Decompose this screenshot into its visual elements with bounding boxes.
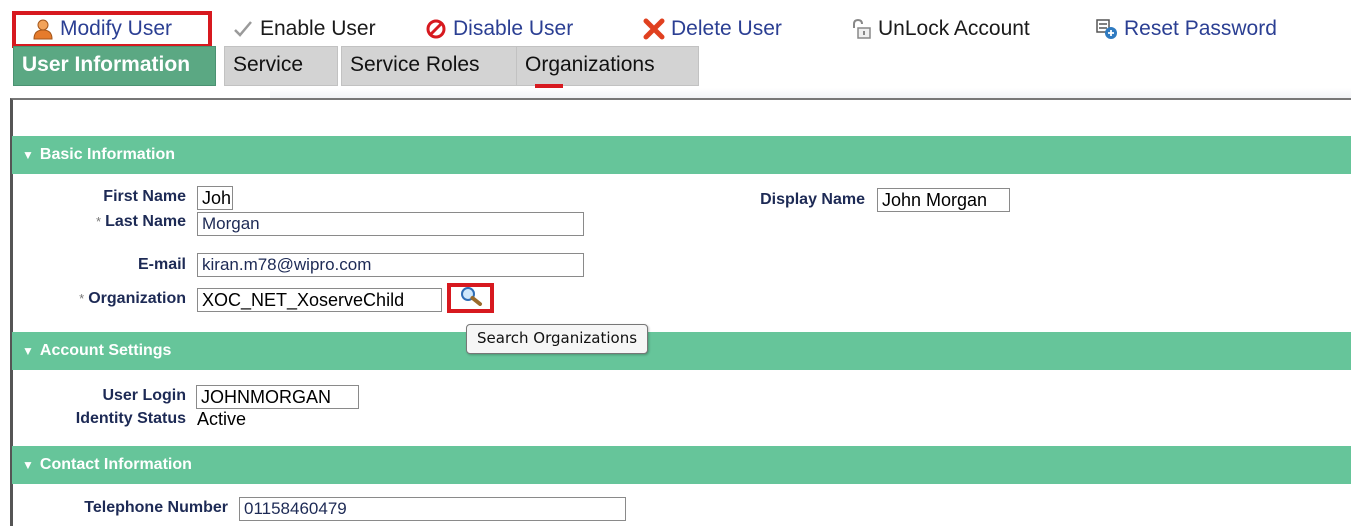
telephone-number-label: Telephone Number	[20, 497, 228, 519]
check-icon	[232, 18, 254, 40]
contact-information-header[interactable]: ▼ Contact Information	[12, 446, 1351, 484]
email-field[interactable]: kiran.m78@wipro.com	[197, 253, 584, 277]
tab-user-information[interactable]: User Information	[13, 46, 216, 86]
collapse-triangle-icon: ▼	[22, 458, 34, 472]
last-name-field[interactable]: Morgan	[197, 212, 584, 236]
collapse-triangle-icon: ▼	[22, 148, 34, 162]
tab-label: Service	[233, 53, 304, 76]
basic-information-header[interactable]: ▼ Basic Information	[12, 136, 1351, 174]
x-icon	[643, 18, 665, 40]
delete-user-button[interactable]: Delete User	[643, 16, 782, 42]
user-login-label-text: User Login	[102, 387, 186, 404]
reset-password-button[interactable]: Reset Password	[1096, 16, 1277, 42]
user-login-label: User Login	[40, 385, 186, 407]
search-organizations-button[interactable]	[447, 283, 494, 313]
required-marker: *	[96, 214, 102, 229]
tab-service[interactable]: Service	[224, 46, 338, 86]
collapse-triangle-icon: ▼	[22, 344, 34, 358]
enable-user-label: Enable User	[260, 17, 376, 40]
first-name-label-text: First Name	[103, 188, 186, 205]
disable-user-label: Disable User	[453, 17, 574, 40]
section-title: Account Settings	[39, 342, 172, 359]
tab-service-roles[interactable]: Service Roles	[341, 46, 522, 86]
unlock-icon	[850, 18, 872, 40]
organization-label-text: Organization	[88, 290, 186, 307]
section-title: Basic Information	[39, 146, 176, 163]
tab-organizations[interactable]: Organizations	[516, 46, 699, 86]
enable-user-button[interactable]: Enable User	[232, 16, 376, 42]
display-name-field[interactable]: John Morgan	[877, 188, 1010, 212]
disable-user-button[interactable]: Disable User	[425, 16, 573, 42]
reset-password-icon	[1096, 18, 1118, 40]
tab-label: Organizations	[525, 53, 655, 76]
last-name-label-text: Last Name	[105, 213, 186, 230]
magnifier-icon	[459, 286, 483, 311]
action-toolbar: Modify User Enable User Disable User Del…	[0, 0, 1351, 50]
organization-label: * Organization	[20, 288, 186, 310]
delete-user-label: Delete User	[671, 17, 782, 40]
email-label: E-mail	[64, 254, 186, 276]
user-login-field[interactable]: JOHNMORGAN	[196, 385, 359, 409]
tab-label: User Information	[22, 53, 191, 76]
identity-status-label: Identity Status	[20, 408, 186, 430]
first-name-label: First Name	[64, 186, 186, 208]
identity-status-value: Active	[197, 409, 247, 429]
display-name-label-text: Display Name	[760, 191, 865, 208]
organization-field[interactable]: XOC_NET_XoserveChild	[197, 288, 442, 312]
first-name-field[interactable]: John	[197, 186, 233, 210]
telephone-number-label-text: Telephone Number	[84, 499, 228, 516]
last-name-label: * Last Name	[40, 211, 186, 233]
account-settings-header[interactable]: ▼ Account Settings	[12, 332, 1351, 370]
telephone-number-field[interactable]: 01158460479	[239, 497, 626, 521]
prohibited-icon	[425, 18, 447, 40]
modify-user-highlight	[12, 11, 212, 48]
reset-password-label: Reset Password	[1124, 17, 1277, 40]
identity-status-label-text: Identity Status	[75, 410, 186, 427]
required-marker: *	[79, 291, 85, 306]
unlock-account-button[interactable]: UnLock Account	[850, 16, 1030, 42]
display-name-label: Display Name	[700, 189, 865, 211]
unlock-account-label: UnLock Account	[878, 17, 1030, 40]
search-organizations-tooltip: Search Organizations	[466, 324, 649, 354]
section-title: Contact Information	[39, 456, 192, 473]
email-label-text: E-mail	[137, 256, 186, 273]
tab-label: Service Roles	[350, 53, 480, 76]
